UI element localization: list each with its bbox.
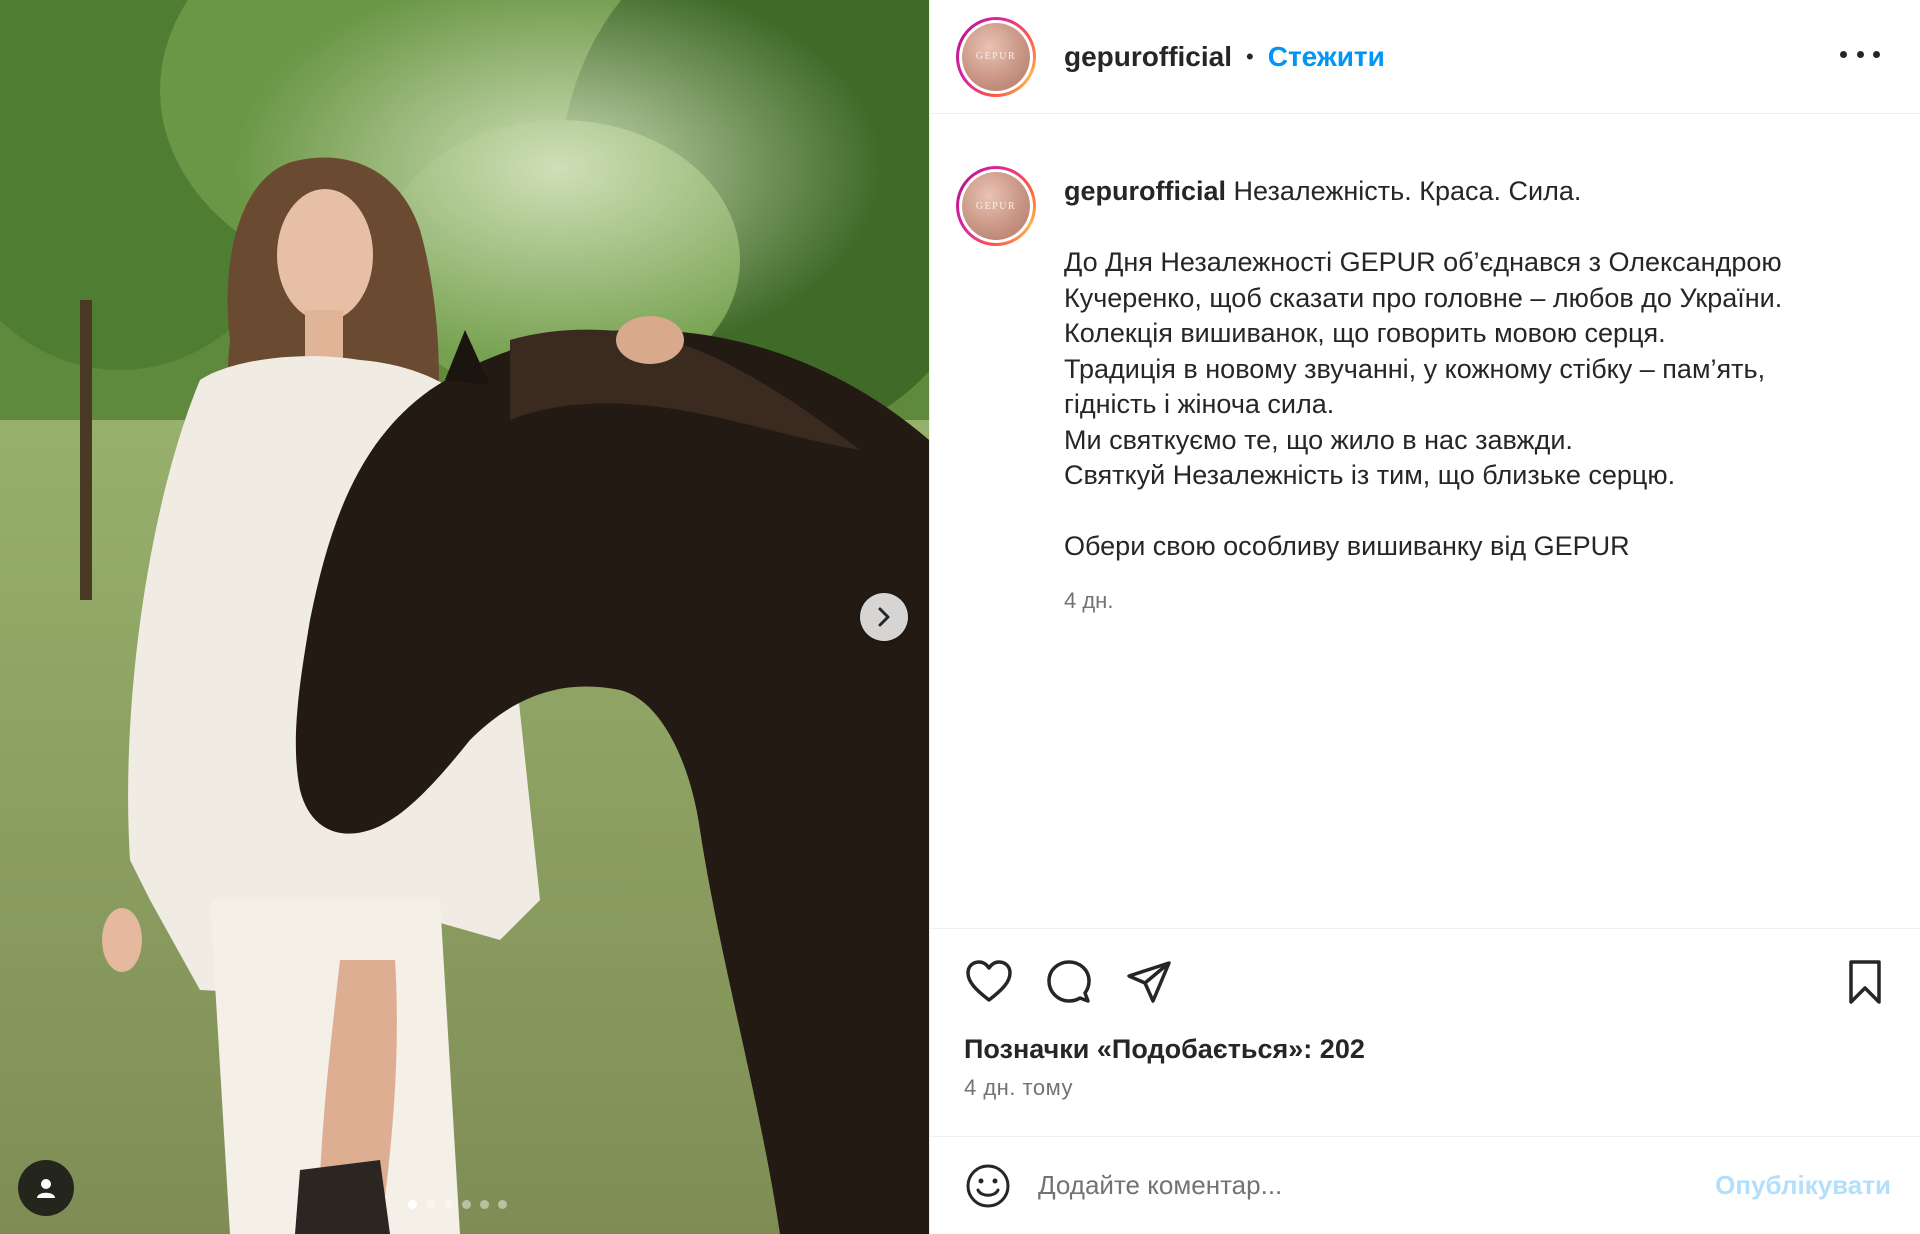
caption-line: Обери свою особливу вишиванку від GEPUR bbox=[1064, 531, 1630, 561]
avatar-image: GEPUR bbox=[962, 22, 1030, 91]
smiley-icon[interactable] bbox=[964, 1162, 1012, 1210]
paper-plane-icon[interactable] bbox=[1124, 957, 1174, 1007]
carousel-next-button[interactable] bbox=[860, 593, 908, 641]
follow-button[interactable]: Стежити bbox=[1268, 41, 1385, 73]
comment-bar: Опублікувати bbox=[930, 1136, 1920, 1234]
caption-line: Традиція в новому звучанні, у кожному ст… bbox=[1064, 353, 1766, 384]
avatar[interactable]: GEPUR bbox=[956, 16, 1036, 97]
caption-line: gepurofficial Незалежність. Краса. Сила. bbox=[1064, 174, 1874, 210]
caption-username[interactable]: gepurofficial bbox=[1064, 176, 1226, 206]
chevron-right-icon bbox=[878, 607, 890, 627]
caption-line: До Дня Незалежності GEPUR об’єднався з О… bbox=[1064, 247, 1782, 277]
avatar-image: GEPUR bbox=[962, 172, 1030, 240]
bookmark-icon[interactable] bbox=[1840, 957, 1890, 1007]
heart-icon[interactable] bbox=[964, 957, 1014, 1007]
username-link[interactable]: gepurofficial bbox=[1064, 41, 1232, 73]
caption-headline: Незалежність. Краса. Сила. bbox=[1233, 176, 1582, 206]
caption-text: gepurofficial Незалежність. Краса. Сила.… bbox=[1064, 154, 1874, 928]
carousel-dot bbox=[444, 1200, 453, 1209]
more-dots-icon bbox=[1840, 50, 1847, 58]
carousel-dot bbox=[498, 1200, 507, 1209]
more-dots-icon bbox=[1873, 50, 1880, 58]
caption-timestamp[interactable]: 4 дн. bbox=[1064, 583, 1874, 619]
carousel-indicator bbox=[408, 1200, 507, 1209]
more-options-button[interactable] bbox=[1840, 40, 1880, 68]
comment-input[interactable] bbox=[1038, 1170, 1678, 1201]
caption-avatar[interactable]: GEPUR bbox=[956, 166, 1036, 246]
tagged-users-button[interactable] bbox=[18, 1160, 74, 1216]
avatar-border: GEPUR bbox=[959, 19, 1033, 94]
user-tag-icon bbox=[37, 1179, 55, 1198]
separator-dot: • bbox=[1246, 43, 1254, 69]
more-dots-icon bbox=[1856, 50, 1864, 58]
carousel-dot bbox=[480, 1200, 489, 1209]
action-bar bbox=[930, 929, 1920, 1034]
photo-woman-with-horse bbox=[0, 0, 929, 1234]
publish-button[interactable]: Опублікувати bbox=[1715, 1170, 1891, 1201]
post-header: GEPUR gepurofficial • Стежити bbox=[930, 0, 1920, 114]
caption-line: Ми святкуємо те, що жило в нас завжди. bbox=[1064, 424, 1573, 455]
post-photo[interactable] bbox=[0, 0, 929, 1234]
avatar-border: GEPUR bbox=[959, 169, 1033, 243]
post-timestamp[interactable]: 4 дн. тому bbox=[930, 1075, 1920, 1101]
carousel-dot bbox=[426, 1200, 435, 1209]
caption-line: Кучеренко, щоб сказати про головне – люб… bbox=[1064, 282, 1783, 313]
likes-count[interactable]: Позначки «Подобається»: 202 bbox=[930, 1034, 1920, 1065]
caption-line: гідність і жіноча сила. bbox=[1064, 389, 1335, 419]
caption-block: GEPUR gepurofficial Незалежність. Краса.… bbox=[930, 114, 1920, 929]
carousel-dot bbox=[462, 1200, 471, 1209]
carousel-dot bbox=[408, 1200, 417, 1209]
comment-icon[interactable] bbox=[1044, 957, 1094, 1007]
caption-line: Колекція вишиванок, що говорить мовою се… bbox=[1064, 318, 1666, 348]
caption-line: Святкуй Незалежність із тим, що близьке … bbox=[1064, 460, 1676, 490]
post-details-panel: GEPUR gepurofficial • Стежити GEPUR gepu… bbox=[929, 0, 1920, 1234]
